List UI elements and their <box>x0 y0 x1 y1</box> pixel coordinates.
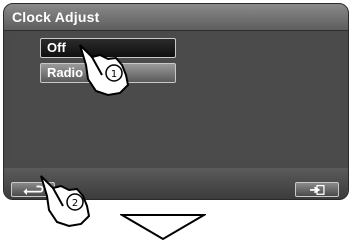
title-bar: Clock Adjust <box>4 4 348 31</box>
pointing-hand-icon: 2 <box>40 175 91 228</box>
screen-title: Clock Adjust <box>12 9 100 25</box>
exit-icon <box>310 184 325 195</box>
pointing-hand-icon: 1 <box>79 44 130 97</box>
exit-button[interactable] <box>295 182 339 197</box>
step-2-number: 2 <box>72 198 78 209</box>
down-arrow-indicator <box>120 214 206 241</box>
step-1-number: 1 <box>111 69 117 80</box>
